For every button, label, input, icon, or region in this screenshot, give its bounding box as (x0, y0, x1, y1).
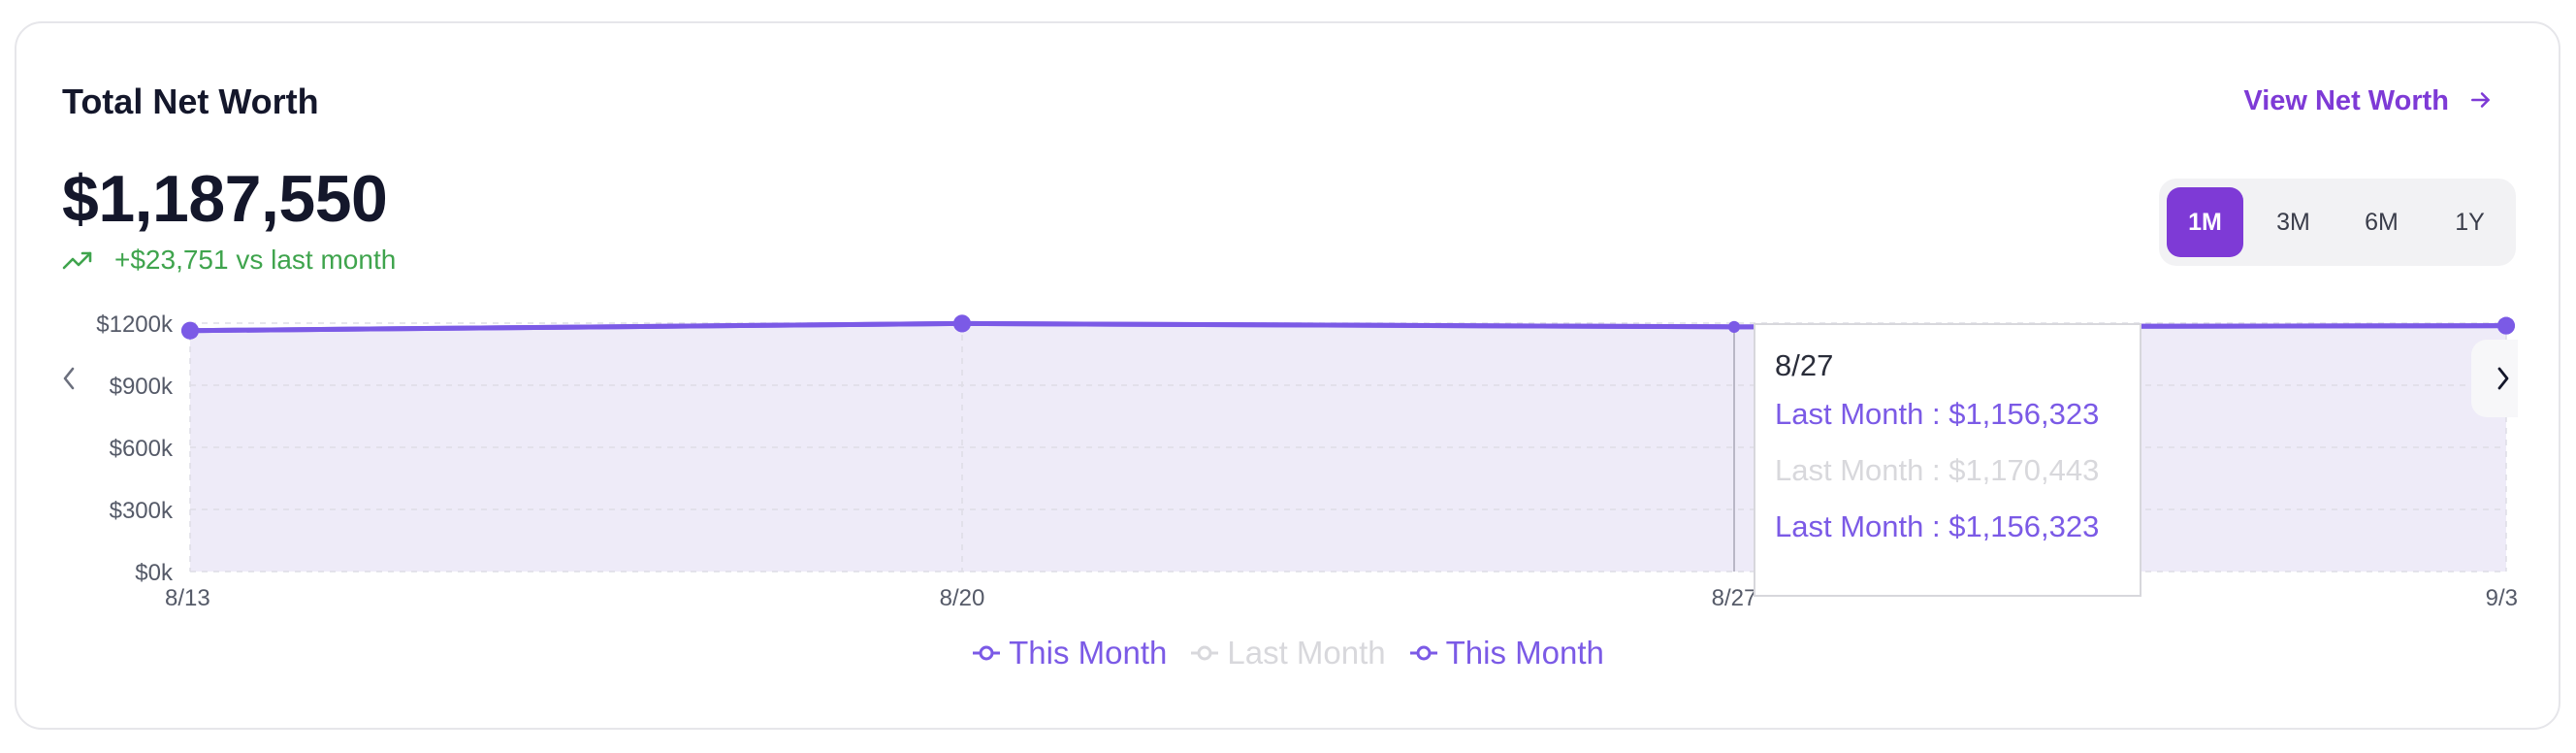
chevron-left-icon[interactable] (54, 359, 83, 398)
series-point (181, 321, 199, 340)
tooltip-row-2: Last Month : $1,170,443 (1775, 453, 2100, 487)
x-tick-label: 8/20 (940, 585, 985, 611)
x-tick-label: 8/27 (1712, 585, 1757, 611)
y-tick-label: $300k (110, 498, 174, 524)
chart-legend: This Month Last Month This Month (0, 635, 2576, 671)
legend-item-last-month[interactable]: Last Month (1190, 635, 1386, 671)
legend-marker-icon (1409, 643, 1438, 663)
series-point (1728, 320, 1740, 333)
series-point (953, 314, 971, 333)
tooltip-row-1: Last Month : $1,156,323 (1775, 397, 2100, 431)
y-tick-label: $600k (110, 436, 174, 462)
chart-tooltip: 8/27 Last Month : $1,156,323 Last Month … (1754, 323, 2141, 597)
x-tick-label: 9/3 (2486, 585, 2518, 611)
y-tick-label: $1200k (96, 311, 174, 338)
legend-marker-icon (972, 643, 1001, 663)
legend-label: This Month (1445, 635, 1604, 671)
x-tick-label: 8/13 (165, 585, 210, 611)
legend-label: This Month (1009, 635, 1168, 671)
tooltip-date: 8/27 (1775, 348, 1834, 382)
series-point (2497, 316, 2515, 335)
y-tick-label: $900k (110, 374, 174, 400)
legend-item-this-month[interactable]: This Month (972, 635, 1167, 671)
legend-label: Last Month (1227, 635, 1386, 671)
legend-marker-icon (1190, 643, 1219, 663)
y-tick-label: $0k (135, 560, 174, 586)
chevron-right-icon[interactable] (2471, 340, 2518, 417)
tooltip-row-3: Last Month : $1,156,323 (1775, 509, 2100, 543)
legend-item-this-month-2[interactable]: This Month (1409, 635, 1604, 671)
